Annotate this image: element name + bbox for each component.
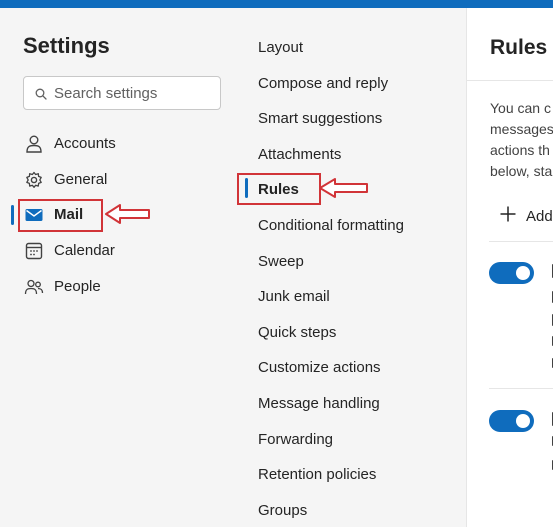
toggle-knob <box>516 414 530 428</box>
header-divider <box>467 80 553 81</box>
sidebar-item-label: Calendar <box>54 242 115 259</box>
menu-item-groups[interactable]: Groups <box>258 502 307 524</box>
search-icon <box>35 88 47 100</box>
rules-title: Rules <box>490 36 548 59</box>
annotation-arrow-icon <box>105 204 150 224</box>
rules-highlight-box <box>237 173 321 205</box>
menu-item-quick-steps[interactable]: Quick steps <box>258 324 336 346</box>
menu-item-smart-suggestions[interactable]: Smart suggestions <box>258 110 382 132</box>
gear-icon <box>26 171 42 188</box>
calendar-icon <box>25 242 43 260</box>
sidebar-item-label: Accounts <box>54 135 116 152</box>
menu-item-compose-and-reply[interactable]: Compose and reply <box>258 75 388 97</box>
rules-description: You can c messages actions th below, sta <box>490 98 553 182</box>
rules-pane: Rules You can c messages actions th belo… <box>466 8 553 527</box>
annotation-arrow-icon <box>319 178 368 198</box>
menu-item-retention-policies[interactable]: Retention policies <box>258 466 376 488</box>
plus-icon[interactable] <box>499 205 517 223</box>
search-box[interactable] <box>23 76 221 110</box>
divider <box>489 241 553 242</box>
sidebar-item-people[interactable]: People <box>0 272 238 302</box>
description-line: messages <box>490 121 553 137</box>
divider <box>489 388 553 389</box>
description-line: actions th <box>490 142 550 158</box>
settings-sidebar: Settings Accounts General Mail <box>0 8 238 527</box>
toggle-knob <box>516 266 530 280</box>
mail-highlight-box <box>18 199 103 232</box>
menu-item-customize-actions[interactable]: Customize actions <box>258 359 381 381</box>
sidebar-item-general[interactable]: General <box>0 165 238 195</box>
menu-item-forwarding[interactable]: Forwarding <box>258 431 333 453</box>
menu-item-layout[interactable]: Layout <box>258 39 303 61</box>
rule-toggle[interactable] <box>489 262 534 284</box>
person-icon <box>26 135 42 153</box>
top-accent-bar <box>0 0 553 8</box>
description-line: You can c <box>490 100 551 116</box>
sidebar-item-label: People <box>54 278 101 295</box>
search-input[interactable] <box>54 83 214 103</box>
add-rule-button[interactable]: Add <box>526 208 553 225</box>
menu-item-conditional-formatting[interactable]: Conditional formatting <box>258 217 404 239</box>
menu-item-sweep[interactable]: Sweep <box>258 253 304 275</box>
description-line: below, sta <box>490 163 553 179</box>
sidebar-item-accounts[interactable]: Accounts <box>0 129 238 159</box>
menu-item-message-handling[interactable]: Message handling <box>258 395 380 417</box>
menu-item-junk-email[interactable]: Junk email <box>258 288 330 310</box>
active-indicator <box>11 205 14 225</box>
sidebar-item-label: General <box>54 171 108 188</box>
sidebar-item-calendar[interactable]: Calendar <box>0 236 238 266</box>
mail-settings-menu: Layout Compose and reply Smart suggestio… <box>238 8 466 527</box>
menu-item-attachments[interactable]: Attachments <box>258 146 341 168</box>
settings-title: Settings <box>23 33 110 58</box>
people-icon <box>24 279 44 295</box>
rule-toggle[interactable] <box>489 410 534 432</box>
